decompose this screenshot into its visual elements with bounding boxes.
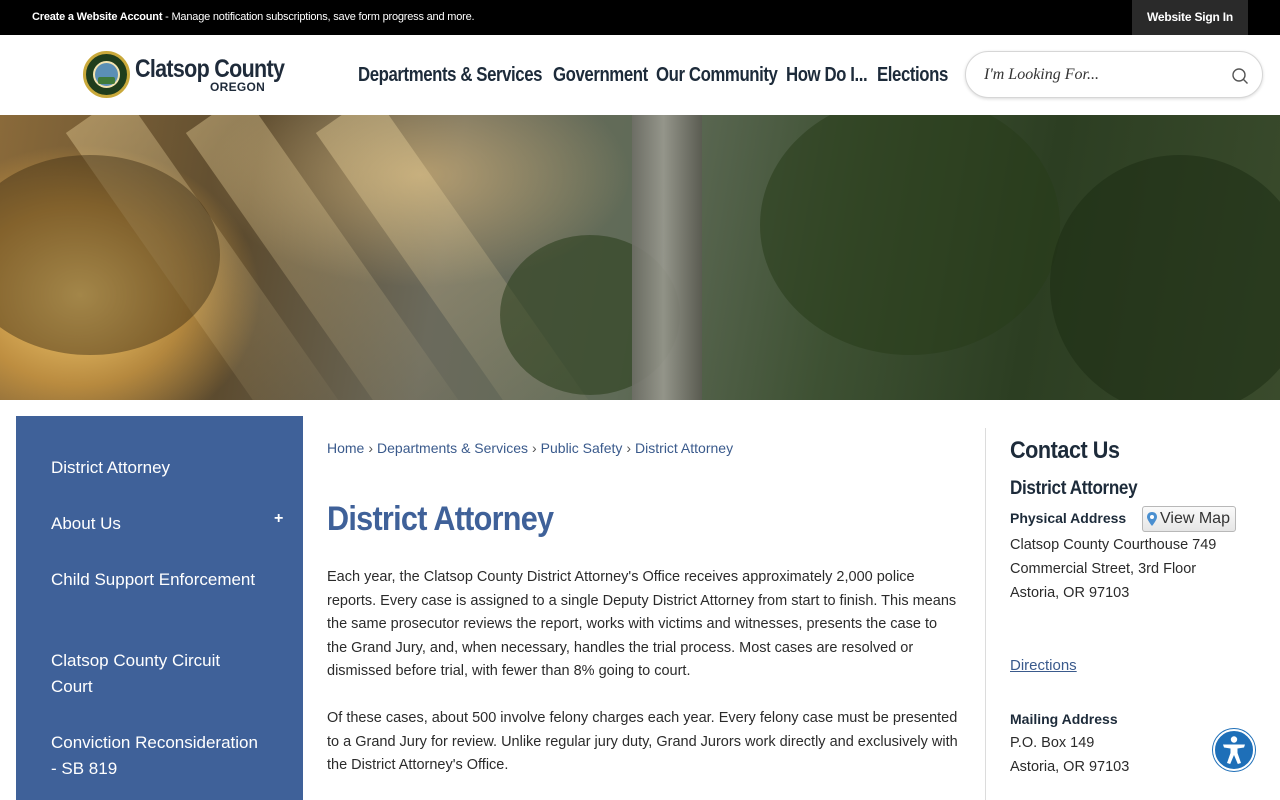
sign-in-button[interactable]: Website Sign In xyxy=(1132,0,1248,35)
nav-government[interactable]: Government xyxy=(553,64,648,87)
sidebar-item-conviction-reconsideration[interactable]: Conviction Reconsideration - SB 819 xyxy=(51,730,261,782)
create-account-notice: Create a Website Account - Manage notifi… xyxy=(32,11,475,23)
sidebar-item-circuit-court[interactable]: Clatsop County Circuit Court xyxy=(51,648,261,700)
expand-toggle-about-us[interactable]: + xyxy=(274,510,283,528)
contact-department-name: District Attorney xyxy=(1010,478,1138,499)
mailing-address-label: Mailing Address xyxy=(1010,711,1118,727)
site-header: Clatsop County OREGON Departments & Serv… xyxy=(0,35,1280,115)
county-seal-logo[interactable] xyxy=(83,51,130,98)
section-sidebar-nav: District Attorney About Us + Child Suppo… xyxy=(16,416,303,800)
map-pin-icon xyxy=(1147,512,1157,526)
sidebar-item-about-us[interactable]: About Us xyxy=(51,511,261,537)
nav-elections[interactable]: Elections xyxy=(877,64,948,87)
intro-paragraph: Each year, the Clatsop County District A… xyxy=(327,569,957,680)
sidebar-item-child-support-enforcement[interactable]: Child Support Enforcement xyxy=(51,567,261,593)
physical-address-line: Clatsop County Courthouse 749 xyxy=(1010,537,1217,553)
breadcrumb-separator: › xyxy=(531,440,537,456)
search-icon[interactable] xyxy=(1230,66,1250,86)
hero-forest-image xyxy=(0,115,1280,400)
view-map-button[interactable]: View Map xyxy=(1142,506,1236,532)
mailing-address-line: Astoria, OR 97103 xyxy=(1010,759,1130,775)
physical-address-line: Commercial Street, 3rd Floor xyxy=(1010,561,1197,577)
breadcrumb: Home › Departments & Services › Public Safet… xyxy=(327,440,733,456)
page-title: District Attorney xyxy=(327,500,554,538)
create-account-description: - Manage notification subscriptions, sav… xyxy=(162,11,475,23)
mailing-address-line: P.O. Box 149 xyxy=(1010,735,1095,751)
create-account-link[interactable]: Create a Website Account xyxy=(32,11,162,23)
breadcrumb-separator: › xyxy=(368,440,374,456)
nav-our-community[interactable]: Our Community xyxy=(656,64,778,87)
search-input[interactable] xyxy=(984,62,1214,88)
view-map-label: View Map xyxy=(1160,510,1230,527)
nav-departments-services[interactable]: Departments & Services xyxy=(358,64,542,87)
breadcrumb-home[interactable]: Home xyxy=(327,440,364,456)
content-divider xyxy=(985,428,986,800)
breadcrumb-district-attorney[interactable]: District Attorney xyxy=(635,440,733,456)
nav-how-do-i[interactable]: How Do I... xyxy=(786,64,868,87)
logo-state: OREGON xyxy=(210,80,266,94)
sidebar-item-district-attorney[interactable]: District Attorney xyxy=(51,455,261,481)
accessibility-button[interactable] xyxy=(1213,729,1255,771)
directions-link[interactable]: Directions xyxy=(1010,657,1077,674)
breadcrumb-departments[interactable]: Departments & Services xyxy=(377,440,528,456)
accessibility-icon xyxy=(1223,736,1245,764)
contact-heading: Contact Us xyxy=(1010,437,1120,464)
felony-paragraph: Of these cases, about 500 involve felony… xyxy=(327,710,958,774)
breadcrumb-public-safety[interactable]: Public Safety xyxy=(541,440,623,456)
utility-bar: Create a Website Account - Manage notifi… xyxy=(0,0,1280,35)
breadcrumb-separator: › xyxy=(626,440,632,456)
physical-address-label: Physical Address xyxy=(1010,510,1127,526)
site-search xyxy=(965,51,1263,98)
physical-address-line: Astoria, OR 97103 xyxy=(1010,585,1130,601)
